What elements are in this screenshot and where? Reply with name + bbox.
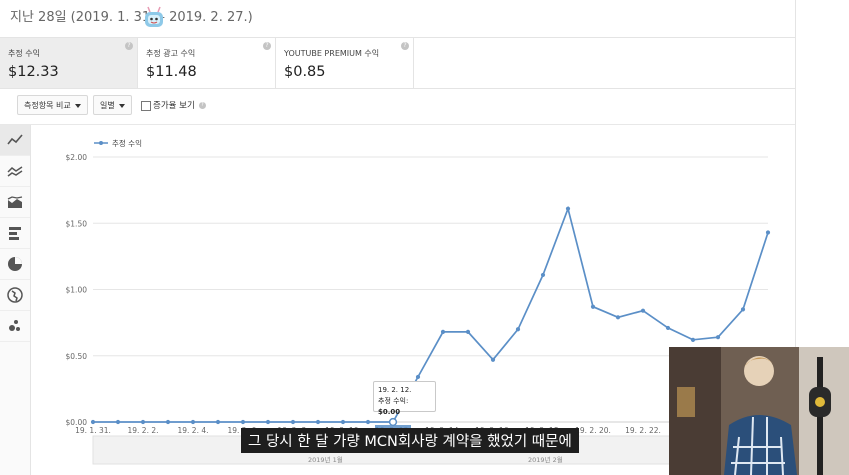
metric-value: $12.33 [8,64,59,80]
webcam-overlay [669,347,849,475]
y-tick-label: $2.00 [66,153,88,162]
data-point[interactable] [165,419,171,425]
chevron-down-icon [118,103,125,108]
line-chart-icon [7,134,23,145]
data-point[interactable] [615,315,621,320]
tooltip-metric-label: 추정 수익: [378,397,409,405]
date-range: 지난 28일 (2019. 1. 31. – 2019. 2. 27.) [10,10,253,25]
chart-tooltip: 19. 2. 12. 추정 수익: $0.00 [373,381,436,416]
data-point[interactable] [715,335,721,340]
data-point[interactable] [365,419,371,425]
compare-metrics-dropdown[interactable]: 측정항목 비교 [17,95,88,115]
metric-cards: 추정 수익 $12.33 ? 추정 광고 수익 $11.48 ? YOUTUBE… [0,37,795,89]
metric-card-ad-revenue[interactable]: 추정 광고 수익 $11.48 ? [138,38,276,88]
data-point[interactable] [565,206,571,211]
data-point[interactable] [90,419,96,425]
x-tick-label: 19. 2. 4. [177,426,208,435]
chart-type-bar[interactable] [0,218,30,249]
metric-card-estimated-revenue[interactable]: 추정 수익 $12.33 ? [0,38,138,88]
tooltip-metric-value: $0.00 [378,408,401,416]
cumulative-toggle[interactable]: 증가율 보기? [141,99,206,111]
help-icon[interactable]: ? [263,42,271,50]
tooltip-date: 19. 2. 12. [378,386,412,394]
y-tick-label: $1.00 [66,286,88,295]
data-point[interactable] [340,419,346,425]
hovered-data-point[interactable] [388,417,398,427]
month-label: 2019년 2월 [528,455,563,464]
chart-type-area[interactable] [0,187,30,218]
tv-mascot-icon [145,6,163,27]
area-chart-icon [7,196,23,208]
metric-label: YOUTUBE PREMIUM 수익 [284,49,380,58]
x-tick-label: 19. 1. 31. [75,426,111,435]
chart-type-pie[interactable] [0,249,30,280]
metric-label: 추정 수익 [8,49,40,58]
checkbox[interactable] [141,100,151,111]
data-point[interactable] [765,230,771,235]
help-icon[interactable]: ? [401,42,409,50]
month-label: 2019년 1월 [308,455,343,464]
help-icon[interactable]: ? [125,42,133,50]
bubble-chart-icon [9,320,20,331]
cumulative-label: 증가율 보기 [153,101,195,111]
bar-chart-icon [9,227,21,240]
globe-map-icon [7,287,23,303]
chart-type-sidebar [0,125,31,475]
metric-value: $0.85 [284,64,326,80]
help-icon[interactable]: ? [198,102,206,109]
data-point[interactable] [515,327,521,332]
metric-label: 추정 광고 수익 [146,49,196,58]
data-point[interactable] [690,337,696,342]
data-point[interactable] [740,307,746,312]
chart-type-map[interactable] [0,280,30,311]
compare-metrics-label: 측정항목 비교 [24,101,71,110]
y-tick-label: $1.50 [66,219,88,228]
data-point[interactable] [490,357,496,362]
period-dropdown[interactable]: 일별 [93,95,132,115]
data-point[interactable] [590,304,596,309]
data-point[interactable] [540,272,546,278]
data-point[interactable] [415,374,421,380]
x-tick-label: 19. 2. 2. [127,426,158,435]
multi-line-chart-icon [7,166,23,177]
data-point[interactable] [315,419,321,425]
chart-type-line[interactable] [0,125,30,156]
data-point[interactable] [115,419,121,425]
chart-type-multi-line[interactable] [0,156,30,187]
chevron-down-icon [74,103,81,108]
data-point[interactable] [290,419,296,425]
period-label: 일별 [100,101,115,110]
x-tick-label: 19. 2. 20. [575,426,611,435]
data-point[interactable] [190,419,196,425]
legend-marker [99,141,103,145]
data-point[interactable] [240,419,246,425]
data-point[interactable] [140,419,146,425]
video-subtitle: 그 당시 한 달 가량 MCN회사랑 계약을 했었기 때문에 [241,428,579,453]
y-tick-label: $0.50 [66,352,88,361]
data-point[interactable] [665,325,671,331]
data-point[interactable] [465,329,471,334]
pie-chart-icon [8,257,22,271]
data-point[interactable] [440,329,446,334]
metric-card-premium-revenue[interactable]: YOUTUBE PREMIUM 수익 $0.85 ? [276,38,414,88]
data-point[interactable] [265,419,271,425]
chart-type-bubble[interactable] [0,311,30,342]
data-point[interactable] [215,419,221,425]
metric-value: $11.48 [146,64,197,80]
data-point[interactable] [640,308,646,313]
x-tick-label: 19. 2. 22. [625,426,661,435]
tooltip-metric: 추정 수익: $0.00 [378,396,431,418]
legend-label: 추정 수익 [112,138,142,148]
